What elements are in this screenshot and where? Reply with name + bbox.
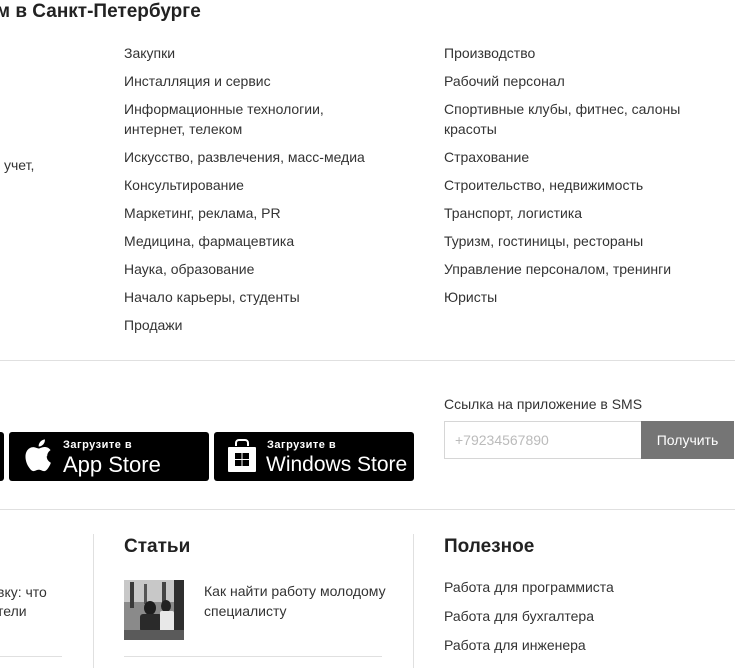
article-thumbnail[interactable] xyxy=(124,580,184,640)
useful-links-list: Работа для программиста Работа для бухга… xyxy=(444,577,614,664)
article-photo-icon xyxy=(124,580,184,640)
app-store-label: App Store xyxy=(63,452,161,477)
category-list-right: Производство Рабочий персонал Спортивные… xyxy=(444,43,734,315)
category-link[interactable]: Инсталляция и сервис xyxy=(124,71,414,91)
category-link[interactable]: Искусство, развлечения, масс-медиа xyxy=(124,147,414,167)
category-link[interactable]: Строительство, недвижимость xyxy=(444,175,734,195)
app-store-caption: Загрузите в xyxy=(63,439,133,451)
useful-link[interactable]: Работа для программиста xyxy=(444,577,614,597)
article-divider xyxy=(0,656,62,657)
phone-input[interactable] xyxy=(444,421,642,459)
article-divider xyxy=(124,656,382,657)
category-link[interactable]: Информационные технологии, интернет, тел… xyxy=(124,99,354,139)
category-link[interactable]: Наука, образование xyxy=(124,259,414,279)
windows-store-button[interactable]: Загрузите в Windows Store xyxy=(214,432,414,481)
get-link-button[interactable]: Получить xyxy=(641,421,734,459)
article-fragment-line[interactable]: вку: что xyxy=(0,582,47,602)
category-link[interactable]: Страхование xyxy=(444,147,734,167)
section-divider xyxy=(0,360,735,361)
category-link[interactable]: Рабочий персонал xyxy=(444,71,734,91)
category-list-middle: Закупки Инсталляция и сервис Информацион… xyxy=(124,43,414,343)
category-link[interactable]: Юристы xyxy=(444,287,734,307)
category-link[interactable]: Закупки xyxy=(124,43,414,63)
column-divider xyxy=(93,534,94,668)
useful-link[interactable]: Работа для бухгалтера xyxy=(444,606,614,626)
useful-link[interactable]: Работа для инженера xyxy=(444,635,614,655)
category-fragment[interactable]: учет, xyxy=(4,155,34,175)
column-divider xyxy=(413,534,414,668)
articles-heading: Статьи xyxy=(124,536,191,557)
category-link[interactable]: Спортивные клубы, фитнес, салоны красоты xyxy=(444,99,704,139)
category-link[interactable]: Туризм, гостиницы, рестораны xyxy=(444,231,734,251)
sms-label: Ссылка на приложение в SMS xyxy=(444,396,643,412)
category-link[interactable]: Управление персоналом, тренинги xyxy=(444,259,734,279)
category-link[interactable]: Маркетинг, реклама, PR xyxy=(124,203,414,223)
category-link[interactable]: Начало карьеры, студенты xyxy=(124,287,414,307)
category-link[interactable]: Транспорт, логистика xyxy=(444,203,734,223)
category-link[interactable]: Медицина, фармацевтика xyxy=(124,231,414,251)
article-link[interactable]: Как найти работу молодому специалисту xyxy=(204,581,394,621)
app-store-button[interactable]: Загрузите в App Store xyxy=(9,432,209,481)
google-play-button[interactable] xyxy=(0,432,4,481)
useful-heading: Полезное xyxy=(444,536,535,557)
category-link[interactable]: Консультирование xyxy=(124,175,414,195)
article-fragment-line[interactable]: тели xyxy=(0,601,27,621)
category-link[interactable]: Продажи xyxy=(124,315,414,335)
apple-icon xyxy=(25,439,51,472)
section-divider xyxy=(0,509,735,510)
windows-store-icon xyxy=(228,439,256,472)
page: м в Санкт-Петербурге учет, l Закупки Инс… xyxy=(0,0,755,668)
page-title: м в Санкт-Петербурге xyxy=(0,1,201,22)
category-link[interactable]: Производство xyxy=(444,43,734,63)
windows-store-caption: Загрузите в xyxy=(267,439,337,451)
windows-store-label: Windows Store xyxy=(266,453,408,476)
